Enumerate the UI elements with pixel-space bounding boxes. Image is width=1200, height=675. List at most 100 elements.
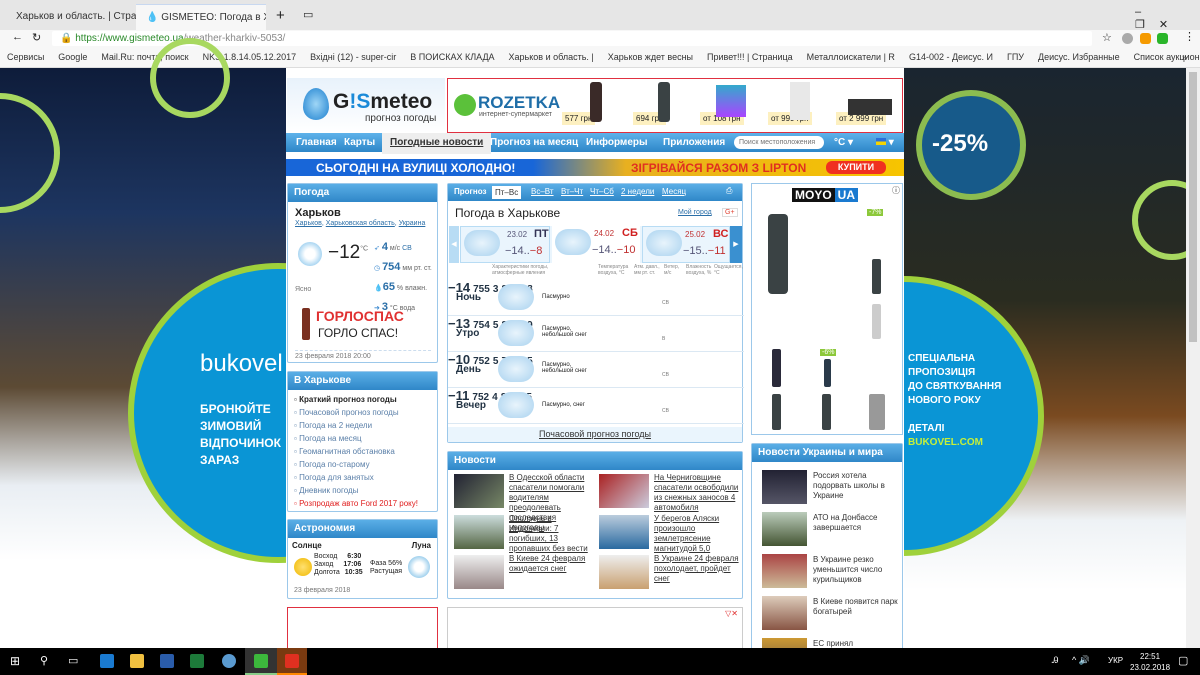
hourly-forecast-link[interactable]: Почасовой прогноз погоды bbox=[539, 429, 651, 439]
ad-close-icon[interactable]: ▽✕ bbox=[725, 609, 738, 618]
bookmark[interactable]: G14-002 - Деисус. И bbox=[909, 52, 993, 62]
edge-icon[interactable] bbox=[100, 654, 114, 668]
units-dropdown[interactable]: °C ▾ bbox=[834, 137, 853, 148]
crumb-country[interactable]: Украина bbox=[399, 220, 426, 227]
nav-informers[interactable]: Информеры bbox=[586, 137, 648, 148]
new-tab-button[interactable]: + bbox=[276, 7, 285, 24]
clock[interactable]: 22:51 23.02.2018 bbox=[1130, 651, 1170, 673]
world-news-link[interactable]: В Киеве появится парк богатырей bbox=[813, 597, 901, 617]
nav-home[interactable]: Главная bbox=[296, 137, 337, 148]
my-city-link[interactable]: Мой город bbox=[678, 209, 712, 216]
nav-weather-news[interactable]: Погодные новости bbox=[382, 133, 492, 154]
language-indicator[interactable]: УКР bbox=[1108, 656, 1123, 665]
day-card[interactable]: 23.02 ПТ −14..−8 bbox=[460, 226, 550, 263]
tab-kharkov[interactable]: Харьков и область. | Страница bbox=[6, 4, 146, 30]
tab-fri-sun[interactable]: Пт–Вс bbox=[492, 186, 522, 199]
nav-maps[interactable]: Карты bbox=[344, 137, 375, 148]
tab-sun-tue[interactable]: Вс–Вт bbox=[531, 187, 554, 196]
bookmark[interactable]: Вхідні (12) - super-cir bbox=[310, 52, 396, 62]
bukovel-left-ad[interactable]: bukovel БРОНЮЙТЕ ЗИМОВИЙ ВІДПОЧИНОК ЗАРАЗ bbox=[0, 38, 428, 648]
taskbar-app-x[interactable] bbox=[277, 648, 307, 675]
link-short-forecast[interactable]: ▫ Краткий прогноз погоды bbox=[294, 393, 437, 406]
print-icon[interactable]: ⎙ bbox=[726, 186, 732, 196]
window-controls[interactable]: –❐✕ bbox=[1135, 6, 1200, 31]
app-icon[interactable] bbox=[222, 654, 236, 668]
tray-icons[interactable]: ^ 🔊 bbox=[1072, 655, 1090, 666]
info-icon[interactable]: ⓘ bbox=[892, 185, 900, 196]
day-card[interactable]: 24.02 СБ −14..−10 bbox=[552, 226, 640, 263]
crumb-region[interactable]: Харьковская область bbox=[326, 220, 395, 227]
taskbar: ⊞ ⚲ ▭ Ꭿ ^ 🔊 УКР 22:51 23.02.2018 ▢ bbox=[0, 648, 1200, 675]
news-link[interactable]: На Черниговщине спасатели освободили из … bbox=[654, 473, 740, 513]
pen-icon[interactable]: Ꭿ bbox=[1052, 655, 1059, 666]
task-view-icon[interactable]: ▭ bbox=[68, 654, 78, 667]
menu-icon[interactable]: ⋮ bbox=[1184, 30, 1195, 43]
more-bookmarks[interactable]: » bbox=[1182, 47, 1187, 67]
nav-apps[interactable]: Приложения bbox=[663, 137, 725, 148]
bookmark[interactable]: ГПУ bbox=[1007, 52, 1024, 62]
crumb-city[interactable]: Харьков bbox=[295, 220, 322, 227]
news-link[interactable]: В Украине 24 февраля похолодает, пройдет… bbox=[654, 554, 740, 584]
search-icon[interactable]: ⚲ bbox=[40, 654, 48, 667]
language-dropdown[interactable]: ▾ bbox=[876, 137, 894, 148]
news-link[interactable]: У берегов Аляски произошло землетрясение… bbox=[654, 514, 740, 554]
bookmark[interactable]: Привет!!! | Страница bbox=[707, 52, 793, 62]
bookmark[interactable]: В ПОИСКАХ КЛАДА bbox=[410, 52, 494, 62]
link-month[interactable]: ▫ Погода на месяц bbox=[294, 432, 437, 445]
bukovel-right-ad[interactable]: -25% СПЕЦІАЛЬНА ПРОПОЗИЦІЯ ДО СВЯТКУВАННЯ Н… bbox=[764, 68, 1200, 648]
bottom-thermos-ad[interactable]: ▽✕ bbox=[447, 607, 743, 648]
link-ford-promo[interactable]: ▫ Розпродаж авто Ford 2017 року! bbox=[294, 497, 437, 510]
tab-2weeks[interactable]: 2 недели bbox=[621, 187, 654, 196]
star-icon[interactable]: ☆ bbox=[1102, 31, 1112, 44]
bookmark[interactable]: Харьков и область. | bbox=[509, 52, 594, 62]
moyo-ad[interactable]: MOYO UA ⓘ -7% -6% bbox=[751, 183, 903, 435]
bookmark[interactable]: Список аукционов - bbox=[1134, 52, 1200, 62]
tab-tue-thu[interactable]: Вт–Чт bbox=[561, 187, 583, 196]
bookmark[interactable]: Google bbox=[58, 52, 87, 62]
start-icon[interactable]: ⊞ bbox=[10, 654, 20, 668]
bookmark[interactable]: Харьков ждет весны bbox=[608, 52, 693, 62]
word-icon[interactable] bbox=[160, 654, 174, 668]
tab-gismeteo[interactable]: 💧 GISMETEO: Погода в Харькове bbox=[136, 4, 266, 30]
bottom-left-ad[interactable] bbox=[287, 607, 438, 648]
tab-thu-sat[interactable]: Чт–Сб bbox=[590, 187, 614, 196]
bookmark[interactable]: Деисус. Избранные bbox=[1038, 52, 1120, 62]
link-diary[interactable]: ▫ Дневник погоды bbox=[294, 484, 437, 497]
world-news-link[interactable]: Россия хотела подорвать школы в Украине bbox=[813, 471, 901, 501]
location-search-input[interactable] bbox=[734, 136, 824, 149]
prev-days-button[interactable]: ◀ bbox=[449, 226, 459, 263]
lipton-banner[interactable]: СЬОГОДНІ НА ВУЛИЦІ ХОЛОДНО! ЗІГРІВАЙСЯ Р… bbox=[286, 159, 904, 176]
gplus-button[interactable]: G+ bbox=[722, 208, 738, 217]
link-busy[interactable]: ▫ Погода для занятых bbox=[294, 471, 437, 484]
extension-green-icon[interactable] bbox=[1157, 33, 1168, 44]
notifications-icon[interactable]: ▢ bbox=[1178, 654, 1188, 667]
next-days-button[interactable]: ▶ bbox=[730, 226, 742, 263]
day-card[interactable]: 25.02 ВС −15..−11 bbox=[642, 226, 730, 263]
tab-month[interactable]: Месяц bbox=[662, 187, 686, 196]
gismeteo-logo[interactable]: G!Smeteo прогноз погоды bbox=[287, 78, 445, 133]
bookmark[interactable]: Металлоискатели | R bbox=[807, 52, 895, 62]
buy-button[interactable]: КУПИТИ bbox=[826, 161, 886, 174]
taskbar-app-active[interactable] bbox=[245, 648, 277, 675]
link-2weeks[interactable]: ▫ Погода на 2 недели bbox=[294, 419, 437, 432]
page-scrollbar[interactable] bbox=[1186, 68, 1200, 648]
gorlospas-ad[interactable]: ГОРЛОСПАС bbox=[316, 308, 404, 324]
world-news-link[interactable]: В Украине резко уменьшится число курильщ… bbox=[813, 555, 901, 585]
news-link[interactable]: В Киеве 24 февраля ожидается снег bbox=[509, 554, 593, 574]
news-link[interactable]: Оползень в Индонезии: 7 погибших, 13 про… bbox=[509, 514, 593, 554]
extension-icon[interactable] bbox=[1122, 33, 1133, 44]
explorer-icon[interactable] bbox=[130, 654, 144, 668]
link-hourly[interactable]: ▫ Почасовой прогноз погоды bbox=[294, 406, 437, 419]
link-geomagnetic[interactable]: ▫ Геомагнитная обстановка bbox=[294, 445, 437, 458]
link-old-style[interactable]: ▫ Погода по-старому bbox=[294, 458, 437, 471]
extension-chat-icon[interactable] bbox=[1140, 33, 1151, 44]
back-icon[interactable]: ← bbox=[12, 31, 23, 43]
rozetka-ad[interactable]: ROZETKA интернет-супермаркет 577 грн 694… bbox=[447, 78, 903, 133]
tab-overview-icon[interactable]: ▭ bbox=[303, 8, 313, 21]
tab-forecast[interactable]: Прогноз bbox=[454, 187, 486, 196]
nav-month-forecast[interactable]: Прогноз на месяц bbox=[490, 137, 578, 148]
bookmark[interactable]: Сервисы bbox=[7, 52, 44, 62]
excel-icon[interactable] bbox=[190, 654, 204, 668]
reload-icon[interactable]: ↻ bbox=[32, 31, 41, 44]
world-news-link[interactable]: АТО на Донбассе завершается bbox=[813, 513, 901, 533]
